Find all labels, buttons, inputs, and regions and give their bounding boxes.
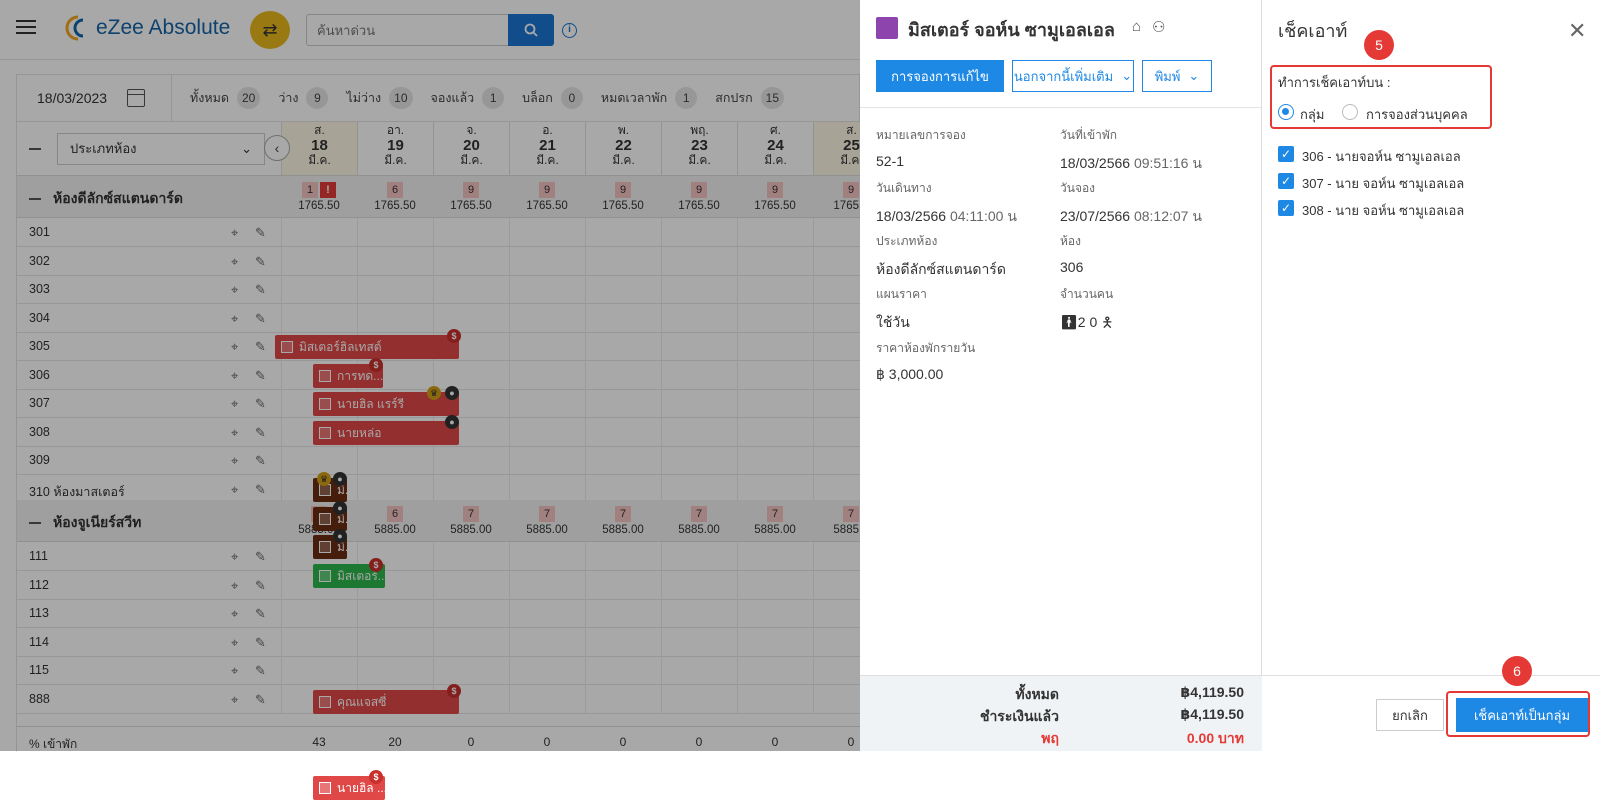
field-time: 04:11:00 น bbox=[949, 208, 1017, 224]
room-checkbox-label: 307 - นาย จอห์น ซามูเอลเอล bbox=[1302, 176, 1465, 191]
field-booking-date: วันจอง 23/07/2566 08:12:07 น bbox=[1060, 179, 1202, 228]
field-label: หมายเลขการจอง bbox=[876, 128, 966, 142]
total-label: ทั้งหมด bbox=[1015, 686, 1059, 702]
dollar-icon: $ bbox=[369, 770, 383, 784]
reservation-header: มิสเตอร์ จอห์น ซามูเอลเอล ⌂ ⚇ การจองการแ… bbox=[860, 0, 1261, 108]
room-checkbox[interactable]: ✓ bbox=[1278, 173, 1294, 189]
field-value: 18/03/2566 bbox=[876, 208, 947, 224]
print-label: พิมพ์ bbox=[1154, 68, 1181, 84]
print-dropdown[interactable]: พิมพ์ ⌄ bbox=[1142, 60, 1212, 92]
field-time: 08:12:07 น bbox=[1133, 208, 1202, 224]
checkout-panel: เช็คเอาท์ ✕ 5 ทำการเช็คเอาท์บน : กลุ่ม ก… bbox=[1262, 0, 1600, 751]
room-checkbox-label: 306 - นายจอห์น ซามูเอลเอล bbox=[1302, 149, 1461, 164]
field-label: จำนวนคน bbox=[1060, 287, 1114, 301]
child-icon: 🯅 bbox=[1101, 314, 1114, 330]
field-daily-rate: ราคาห้องพักรายวัน฿ 3,000.00 bbox=[876, 339, 975, 383]
paid-value: ฿4,119.50 bbox=[1180, 706, 1244, 722]
radio-group-label: กลุ่ม bbox=[1300, 107, 1325, 122]
more-options-dropdown[interactable]: นอกจากนี้เพิ่มเติม ⌄ bbox=[1012, 60, 1134, 92]
field-value: 18/03/2566 bbox=[1060, 155, 1131, 171]
balance-value: 0.00 บาท bbox=[1186, 730, 1244, 746]
step-marker: 6 bbox=[1502, 656, 1532, 686]
reservation-panel: มิสเตอร์ จอห์น ซามูเอลเอล ⌂ ⚇ การจองการแ… bbox=[860, 0, 1262, 751]
hotel-icon bbox=[319, 782, 331, 794]
field-value: ใช้วัน bbox=[876, 314, 910, 330]
balance-label: พฤ bbox=[1041, 730, 1059, 746]
field-label: วันเดินทาง bbox=[876, 181, 932, 195]
field-label: วันจอง bbox=[1060, 181, 1096, 195]
chevron-down-icon: ⌄ bbox=[1121, 68, 1133, 83]
field-label: ห้อง bbox=[1060, 234, 1081, 248]
guest-profile-icon[interactable]: ⚇ bbox=[1152, 18, 1165, 36]
field-value: 52-1 bbox=[876, 153, 905, 169]
adult-count: 2 bbox=[1077, 314, 1086, 330]
radio-group[interactable] bbox=[1278, 104, 1294, 120]
home-icon[interactable]: ⌂ bbox=[1132, 18, 1141, 35]
modal-overlay[interactable] bbox=[0, 0, 860, 751]
room-checkbox-label: 308 - นาย จอห์น ซามูเอลเอล bbox=[1302, 203, 1465, 218]
edit-reservation-button[interactable]: การจองการแก้ไข bbox=[876, 60, 1004, 92]
field-room: ห้อง 306 bbox=[1060, 232, 1083, 275]
total-value: ฿4,119.50 bbox=[1180, 684, 1244, 700]
checkout-title: เช็คเอาท์ bbox=[1278, 21, 1348, 41]
hotel-icon bbox=[876, 17, 898, 39]
field-value: 306 bbox=[1060, 259, 1084, 275]
field-label: แผนราคา bbox=[876, 287, 927, 301]
field-rate-plan: แผนราคาใช้วัน bbox=[876, 285, 927, 334]
field-room-type: ประเภทห้องห้องดีลักซ์สแตนดาร์ด bbox=[876, 232, 1006, 281]
adult-icon: 🚹︎ bbox=[1060, 314, 1078, 330]
room-checkbox[interactable]: ✓ bbox=[1278, 146, 1294, 162]
highlight-box bbox=[1446, 691, 1590, 737]
field-value: 23/07/2566 bbox=[1060, 208, 1131, 224]
field-departure: วันเดินทาง 18/03/2566 04:11:00 น bbox=[876, 179, 1017, 228]
close-icon[interactable]: ✕ bbox=[1568, 18, 1586, 44]
room-checkbox[interactable]: ✓ bbox=[1278, 200, 1294, 216]
totals-footer: ทั้งหมด ฿4,119.50 ชำระเงินแล้ว ฿4,119.50… bbox=[860, 675, 1262, 751]
field-label: ราคาห้องพักรายวัน bbox=[876, 341, 976, 355]
field-checkin: วันที่เข้าพัก 18/03/2566 09:51:16 น bbox=[1060, 126, 1202, 175]
radio-individual-label: การจองส่วนบุคคล bbox=[1366, 107, 1468, 122]
chevron-down-icon: ⌄ bbox=[1188, 68, 1200, 83]
field-value: ห้องดีลักซ์สแตนดาร์ด bbox=[876, 261, 1006, 277]
field-value: ฿ 3,000.00 bbox=[876, 366, 944, 382]
more-options-label: นอกจากนี้เพิ่มเติม bbox=[1013, 68, 1114, 84]
field-label: ประเภทห้อง bbox=[876, 234, 938, 248]
step-marker: 5 bbox=[1364, 30, 1394, 60]
field-reservation-no: หมายเลขการจอง 52-1 bbox=[876, 126, 966, 169]
cancel-button[interactable]: ยกเลิก bbox=[1376, 699, 1444, 731]
paid-label: ชำระเงินแล้ว bbox=[979, 708, 1059, 724]
child-count: 0 bbox=[1089, 314, 1098, 330]
guest-name: มิสเตอร์ จอห์น ซามูเอลเอล bbox=[908, 20, 1115, 40]
checkout-mode-label: ทำการเช็คเอาท์บน : bbox=[1278, 75, 1391, 90]
field-label: วันที่เข้าพัก bbox=[1060, 128, 1118, 142]
field-time: 09:51:16 น bbox=[1133, 155, 1202, 171]
field-pax: จำนวนคน 🚹︎2 0 🯅 bbox=[1060, 285, 1113, 336]
radio-individual[interactable] bbox=[1342, 104, 1358, 120]
